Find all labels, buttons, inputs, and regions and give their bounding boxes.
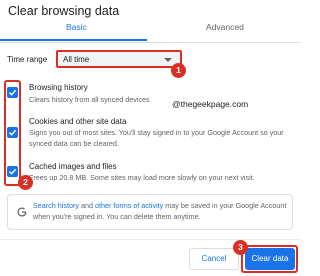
tab-advanced[interactable]: Advanced <box>206 22 244 32</box>
watermark: @thegeekpage.com <box>172 99 249 109</box>
time-range-row: Time range All time <box>7 50 297 72</box>
clear-data-button[interactable]: Clear data <box>245 248 295 270</box>
time-range-value: All time <box>63 55 90 64</box>
google-g-icon <box>17 207 27 217</box>
browsing-history-title: Browsing history <box>29 83 88 92</box>
checkbox-cached-images[interactable] <box>7 166 18 177</box>
search-history-link[interactable]: Search history <box>33 201 79 210</box>
checkbox-cookies[interactable] <box>7 127 18 138</box>
time-range-select[interactable]: All time <box>56 50 182 68</box>
checkmark-icon <box>8 89 17 96</box>
cookies-desc: Signs you out of most sites. You'll stay… <box>29 128 284 148</box>
chevron-down-icon <box>164 58 172 62</box>
checkmark-icon <box>8 129 17 136</box>
other-activity-link[interactable]: other forms of activity <box>95 201 163 210</box>
checkbox-browsing-history[interactable] <box>7 87 18 98</box>
cached-images-desc: Frees up 20.8 MB. Some sites may load mo… <box>29 173 255 182</box>
active-tab-indicator <box>0 39 147 41</box>
annotation-badge-2: 2 <box>18 175 33 190</box>
cookies-title: Cookies and other site data <box>29 117 127 126</box>
cached-images-title: Cached images and files <box>29 162 117 171</box>
tab-bar: Basic Advanced <box>0 20 300 43</box>
annotation-badge-3: 3 <box>233 240 248 255</box>
browsing-history-desc: Clears history from all synced devices <box>29 95 150 104</box>
footer-divider <box>0 239 300 240</box>
info-text-mid: and <box>78 201 95 210</box>
checkmark-icon <box>8 168 17 175</box>
google-account-info: Search history and other forms of activi… <box>7 194 293 230</box>
info-text: Search history and other forms of activi… <box>33 200 291 222</box>
cancel-button[interactable]: Cancel <box>189 248 239 270</box>
time-range-label: Time range <box>7 55 48 64</box>
annotation-badge-1: 1 <box>171 63 186 78</box>
dialog-title: Clear browsing data <box>8 4 120 18</box>
tab-basic[interactable]: Basic <box>66 22 87 32</box>
clear-browsing-data-dialog: Clear browsing data Basic Advanced Time … <box>0 0 300 276</box>
